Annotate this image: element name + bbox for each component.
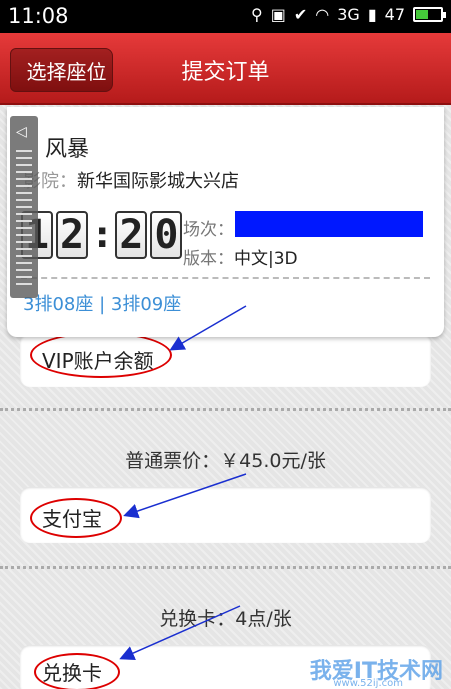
page-title: 提交订单 bbox=[181, 60, 270, 85]
check-circle-icon: ✔ bbox=[293, 5, 308, 24]
wifi-icon: ◠ bbox=[315, 5, 330, 24]
annotation-circle-vip bbox=[30, 332, 172, 378]
status-bar: 11:08 ⚲ ▣ ✔ ◠ 3G ▮ 47 bbox=[0, 0, 451, 33]
battery-level: 47 bbox=[384, 5, 405, 24]
usb-icon: ⚲ bbox=[251, 5, 263, 24]
volume-slider[interactable]: ◁ bbox=[10, 116, 38, 298]
section-divider-2 bbox=[0, 566, 451, 569]
regular-price-text: 普通票价：￥45.0元/张 bbox=[125, 450, 326, 472]
title-bar: 选择座位 提交订单 bbox=[0, 33, 451, 105]
signal-icon: ▮ bbox=[367, 5, 377, 24]
timer-digit: 2 bbox=[56, 211, 88, 259]
countdown-timer: 1 2 : 2 0 bbox=[21, 211, 185, 259]
version-line: 版本：中文|3D bbox=[183, 244, 298, 269]
annotation-circle-alipay bbox=[30, 498, 122, 538]
volume-ticks bbox=[16, 150, 32, 290]
speaker-icon: ◁ bbox=[16, 124, 27, 140]
battery-icon bbox=[413, 7, 446, 22]
timer-colon: : bbox=[95, 214, 110, 256]
version-label: 版本： bbox=[183, 249, 234, 269]
image-icon: ▣ bbox=[270, 5, 286, 24]
exchange-price-text: 兑换卡：4点/张 bbox=[159, 608, 292, 630]
network-type-label: 3G bbox=[337, 5, 360, 24]
movie-info-card: 风暴 影院：新华国际影城大兴店 1 2 : 2 0 场次： 版本：中文|3D 3… bbox=[7, 107, 444, 337]
section-divider bbox=[0, 408, 451, 411]
timer-digit: 0 bbox=[150, 211, 183, 259]
cinema-line: 影院：新华国际影城大兴店 bbox=[23, 167, 239, 193]
battery-fill bbox=[416, 10, 429, 19]
status-icons: ⚲ ▣ ✔ ◠ 3G ▮ 47 bbox=[251, 5, 446, 24]
session-value-redacted bbox=[235, 211, 423, 237]
cinema-name: 新华国际影城大兴店 bbox=[77, 171, 239, 192]
movie-title: 风暴 bbox=[45, 137, 90, 162]
timer-digit: 2 bbox=[115, 211, 148, 259]
version-value: 中文|3D bbox=[234, 249, 298, 269]
watermark-url: www.52ij.com bbox=[333, 678, 403, 689]
annotation-circle-exchange bbox=[34, 653, 120, 689]
session-label: 场次： bbox=[183, 220, 234, 240]
card-divider bbox=[21, 277, 430, 279]
selected-seats: 3排08座 | 3排09座 bbox=[23, 294, 182, 315]
status-time: 11:08 bbox=[8, 4, 69, 28]
